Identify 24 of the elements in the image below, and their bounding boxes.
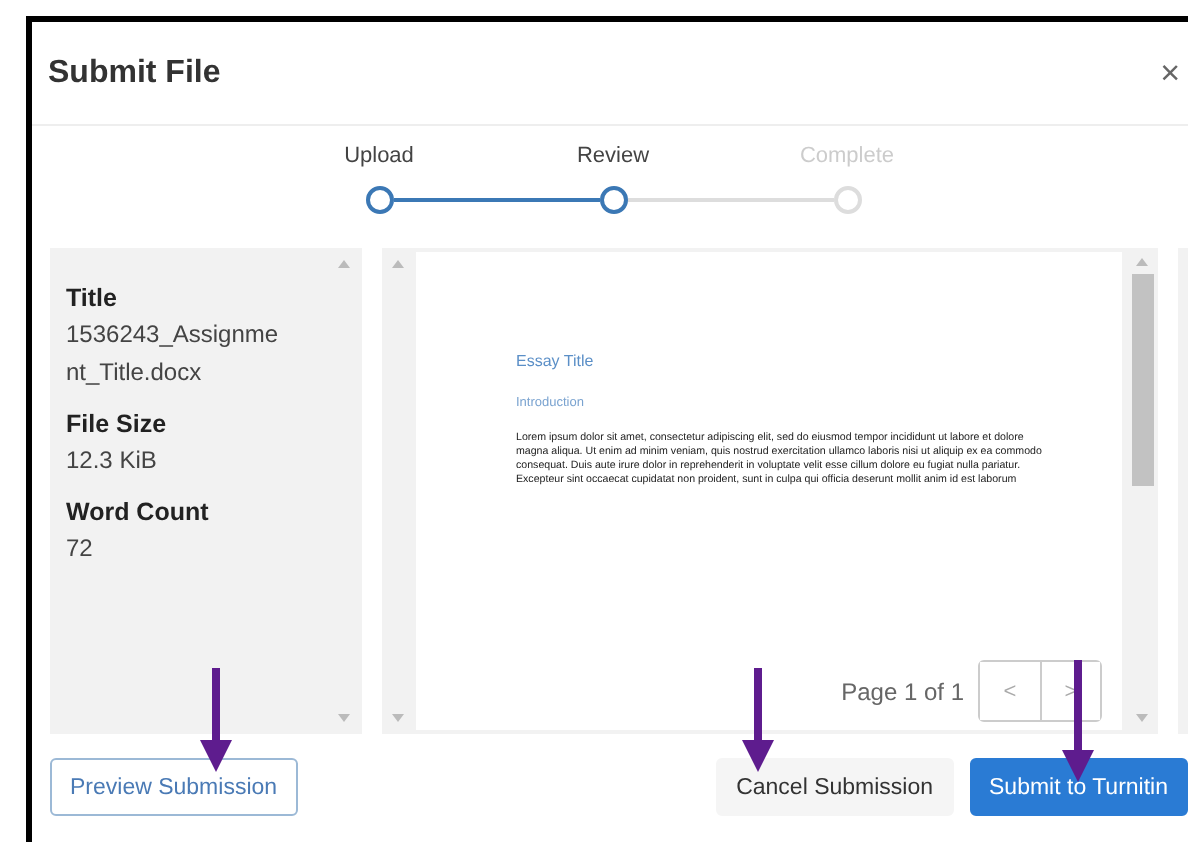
annotation-arrow xyxy=(742,668,774,772)
step-label: Review xyxy=(576,142,650,172)
submit-button[interactable]: Submit to Turnitin xyxy=(969,758,1188,816)
scroll-up-icon[interactable] xyxy=(338,260,350,268)
cancel-button[interactable]: Cancel Submission xyxy=(716,758,954,816)
field-value: 1536243_Assignment_Title.docx xyxy=(66,318,281,390)
page-indicator: Page 1 of 1 xyxy=(841,677,964,705)
close-button[interactable]: × xyxy=(1156,53,1184,93)
field-label: Word Count xyxy=(66,496,211,530)
scroll-up-icon[interactable] xyxy=(392,260,404,268)
preview-button[interactable]: Preview Submission xyxy=(50,758,298,816)
field-value: 72 xyxy=(66,532,95,566)
step-label: Upload xyxy=(344,142,414,172)
dialog-title: Submit File xyxy=(48,55,221,91)
scroll-down-icon[interactable] xyxy=(1136,714,1148,722)
annotation-arrow xyxy=(200,668,232,772)
document-heading: Essay Title xyxy=(516,352,596,372)
field-value: 12.3 KiB xyxy=(66,444,159,478)
scroll-down-icon[interactable] xyxy=(392,714,404,722)
field-label: File Size xyxy=(66,408,169,442)
field-label: Title xyxy=(66,282,119,316)
scroll-down-icon[interactable] xyxy=(338,714,350,722)
scroll-up-icon[interactable] xyxy=(1136,258,1148,266)
annotation-arrow xyxy=(1062,660,1094,782)
